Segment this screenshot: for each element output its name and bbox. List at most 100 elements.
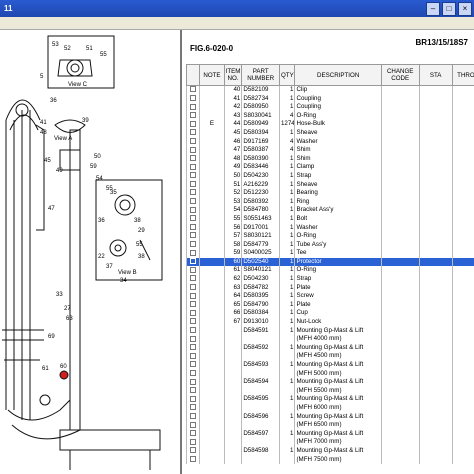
table-row[interactable]: 51 A216229 1 Sheave: [185, 180, 474, 190]
row-checkbox-cell[interactable]: [185, 85, 201, 95]
row-checkbox-cell[interactable]: [185, 214, 201, 224]
row-checkbox-cell[interactable]: [185, 403, 201, 413]
checkbox-icon[interactable]: [190, 163, 197, 170]
row-checkbox-cell[interactable]: [185, 232, 201, 241]
table-row[interactable]: 49 D583446 1 Clamp: [185, 163, 474, 172]
checkbox-icon[interactable]: [190, 352, 197, 359]
col-header-item-no[interactable]: ITEM NO.: [223, 64, 243, 86]
table-row[interactable]: D584595 1 Mounting Gp-Mast & Lift: [185, 395, 474, 404]
checkbox-icon[interactable]: [190, 198, 197, 205]
table-row[interactable]: D584596 1 Mounting Gp-Mast & Lift: [185, 412, 474, 422]
checkbox-icon[interactable]: [190, 438, 197, 445]
table-row[interactable]: 45 D580394 1 Sheave: [185, 128, 474, 138]
checkbox-icon[interactable]: [190, 387, 197, 394]
row-checkbox-cell[interactable]: [185, 94, 201, 104]
table-row[interactable]: 60 D502540 1 Protector: [185, 257, 474, 267]
table-row[interactable]: D584597 1 Mounting Gp-Mast & Lift: [185, 429, 474, 439]
row-checkbox-cell[interactable]: [185, 395, 201, 404]
checkbox-icon[interactable]: [190, 249, 197, 256]
table-row[interactable]: D584592 1 Mounting Gp-Mast & Lift: [185, 343, 474, 353]
checkbox-icon[interactable]: [190, 335, 197, 342]
checkbox-icon[interactable]: [190, 137, 197, 144]
row-checkbox-cell[interactable]: [185, 429, 201, 439]
minimize-icon[interactable]: –: [426, 2, 440, 16]
checkbox-icon[interactable]: [190, 266, 197, 273]
row-checkbox-cell[interactable]: [185, 171, 201, 181]
row-checkbox-cell[interactable]: [185, 343, 201, 353]
checkbox-icon[interactable]: [190, 284, 197, 291]
row-checkbox-cell[interactable]: [185, 455, 201, 465]
table-row[interactable]: (MFH 6500 mm): [185, 421, 474, 430]
table-row[interactable]: 58 D584779 1 Tube Ass'y: [185, 240, 474, 250]
table-row[interactable]: 65 D584790 1 Plate: [185, 300, 474, 310]
checkbox-icon[interactable]: [190, 421, 197, 428]
checkbox-icon[interactable]: [190, 206, 197, 213]
row-checkbox-cell[interactable]: [185, 275, 201, 284]
checkbox-icon[interactable]: [190, 129, 197, 136]
row-checkbox-cell[interactable]: [185, 438, 201, 447]
checkbox-icon[interactable]: [190, 275, 197, 282]
table-row[interactable]: 66 D580384 1 Cup: [185, 309, 474, 319]
row-checkbox-cell[interactable]: [185, 206, 201, 215]
row-checkbox-cell[interactable]: [185, 309, 201, 319]
table-row[interactable]: 59 S0400025 1 Tee: [185, 249, 474, 258]
row-checkbox-cell[interactable]: [185, 111, 201, 121]
row-checkbox-cell[interactable]: [185, 120, 201, 129]
checkbox-icon[interactable]: [190, 326, 197, 333]
checkbox-icon[interactable]: [190, 223, 197, 230]
row-checkbox-cell[interactable]: [185, 189, 201, 198]
table-row[interactable]: 67 D913010 1 Nut-Lock: [185, 318, 474, 327]
row-checkbox-cell[interactable]: [185, 318, 201, 327]
row-checkbox-cell[interactable]: [185, 300, 201, 310]
row-checkbox-cell[interactable]: [185, 283, 201, 293]
checkbox-icon[interactable]: [190, 369, 197, 376]
table-row[interactable]: 55 S0551463 1 Bolt: [185, 214, 474, 224]
row-checkbox-cell[interactable]: [185, 352, 201, 361]
checkbox-icon[interactable]: [190, 361, 197, 368]
table-row[interactable]: (MFH 4500 mm): [185, 352, 474, 361]
checkbox-icon[interactable]: [190, 215, 197, 222]
table-row[interactable]: D584594 1 Mounting Gp-Mast & Lift: [185, 378, 474, 387]
table-row[interactable]: 43 S8030041 4 O-Ring: [185, 111, 474, 121]
row-checkbox-cell[interactable]: [185, 369, 201, 379]
row-checkbox-cell[interactable]: [185, 154, 201, 164]
col-header-description[interactable]: DESCRIPTION: [294, 64, 382, 86]
row-checkbox-cell[interactable]: [185, 257, 201, 267]
table-row[interactable]: 53 D580392 1 Ring: [185, 197, 474, 207]
checkbox-icon[interactable]: [190, 395, 197, 402]
row-checkbox-cell[interactable]: [185, 103, 201, 112]
row-checkbox-cell[interactable]: [185, 180, 201, 190]
checkbox-icon[interactable]: [190, 120, 197, 127]
table-row[interactable]: (MFH 4000 mm): [185, 335, 474, 344]
col-header-sta[interactable]: STA: [418, 64, 453, 86]
row-checkbox-cell[interactable]: [185, 163, 201, 172]
row-checkbox-cell[interactable]: [185, 146, 201, 155]
checkbox-icon[interactable]: [190, 301, 197, 308]
table-row[interactable]: 40 D582109 1 Clip: [185, 85, 474, 95]
row-checkbox-cell[interactable]: [185, 197, 201, 207]
table-row[interactable]: 57 S8030121 1 O-Ring: [185, 232, 474, 241]
checkbox-icon[interactable]: [190, 412, 197, 419]
table-row[interactable]: (MFH 5500 mm): [185, 386, 474, 396]
checkbox-icon[interactable]: [190, 378, 197, 385]
close-icon[interactable]: ×: [458, 2, 472, 16]
col-header-part-number[interactable]: PART NUMBER: [241, 64, 280, 86]
table-row[interactable]: D584593 1 Mounting Gp-Mast & Lift: [185, 361, 474, 370]
table-row[interactable]: E 44 D580949 1274 Hose-Bulk: [185, 120, 474, 129]
checkbox-icon[interactable]: [190, 318, 197, 325]
row-checkbox-cell[interactable]: [185, 266, 201, 276]
table-row[interactable]: 62 D504230 1 Strap: [185, 275, 474, 284]
checkbox-icon[interactable]: [190, 344, 197, 351]
checkbox-icon[interactable]: [190, 241, 197, 248]
checkbox-icon[interactable]: [190, 309, 197, 316]
table-row[interactable]: 48 D580390 1 Shim: [185, 154, 474, 164]
row-checkbox-cell[interactable]: [185, 137, 201, 147]
row-checkbox-cell[interactable]: [185, 412, 201, 422]
row-checkbox-cell[interactable]: [185, 326, 201, 336]
checkbox-icon[interactable]: [190, 146, 197, 153]
parts-illustration[interactable]: View C View A View B 53 52 51 55 5 36 41…: [0, 30, 182, 474]
checkbox-icon[interactable]: [190, 94, 197, 101]
table-row[interactable]: (MFH 7000 mm): [185, 438, 474, 447]
table-row[interactable]: 41 D582734 1 Coupling: [185, 94, 474, 104]
table-row[interactable]: 42 D580950 1 Coupling: [185, 103, 474, 112]
